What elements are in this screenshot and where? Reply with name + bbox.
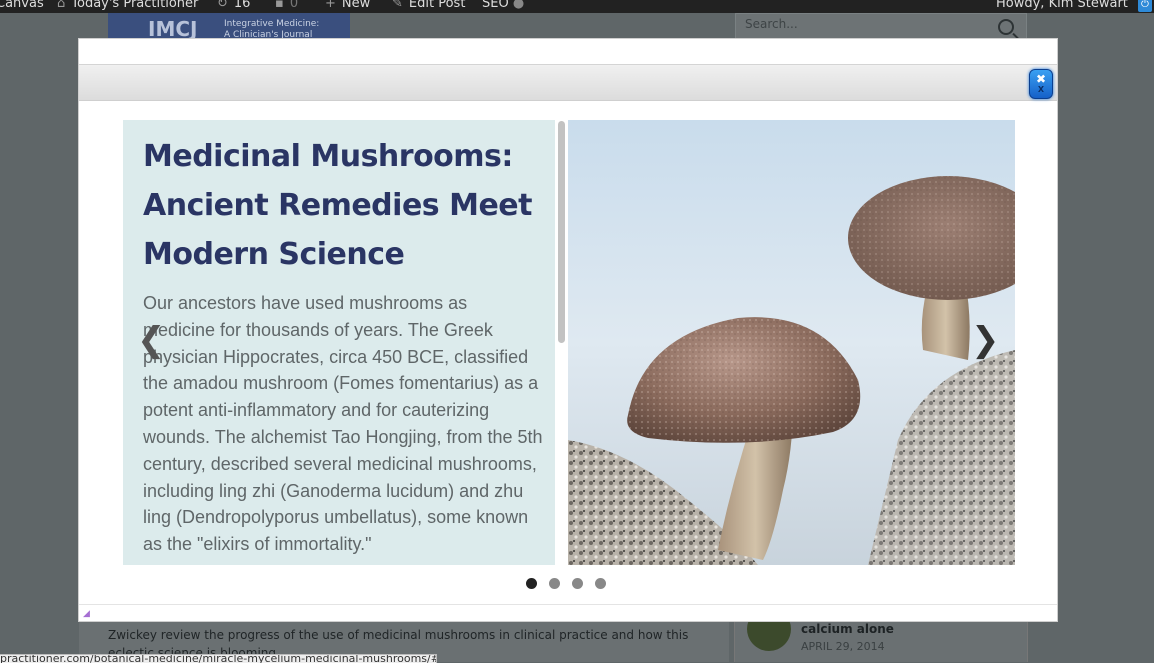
text-scrollbar[interactable] [557, 120, 566, 565]
admin-bar-comments[interactable]: ▪ 0 [275, 0, 298, 10]
pencil-icon: ✎ [392, 0, 403, 11]
close-button[interactable]: ✖ X [1029, 69, 1053, 99]
mushroom-photo [568, 120, 1015, 565]
next-slide-button[interactable]: ❯ [971, 323, 1000, 357]
sidebar-post-date: APRIL 29, 2014 [801, 640, 885, 653]
search-box[interactable]: Search... [735, 13, 1027, 41]
resize-handle-icon[interactable]: ◢ [83, 609, 90, 619]
pagination-dot-2[interactable] [549, 578, 560, 589]
site-logo: IMCJ Integrative Medicine: A Clinician's … [108, 13, 350, 39]
plus-icon: + [325, 0, 336, 11]
admin-bar-updates[interactable]: ↻ 16 [217, 0, 250, 10]
admin-bar: Canvas ⌂ Today's Practitioner ↻ 16 ▪ 0 + New… [0, 0, 1154, 13]
comment-icon: ▪ [275, 0, 284, 11]
seo-status-icon: ● [512, 0, 525, 11]
slide-image [568, 120, 1015, 565]
slide-text-panel[interactable]: Medicinal Mushrooms: Ancient Remedies Me… [123, 120, 555, 565]
power-icon[interactable]: ⏻ [1138, 0, 1152, 12]
slide-title: Medicinal Mushrooms: Ancient Remedies Me… [143, 139, 532, 272]
pagination-dot-1[interactable] [526, 578, 537, 589]
admin-bar-new[interactable]: + New [325, 0, 370, 10]
search-input[interactable]: Search... [745, 17, 798, 31]
pagination-dot-4[interactable] [595, 578, 606, 589]
search-icon[interactable] [998, 19, 1014, 35]
admin-bar-edit-post[interactable]: ✎ Edit Post [392, 0, 465, 10]
home-icon: ⌂ [57, 0, 66, 11]
admin-bar-site-menu[interactable]: Canvas [0, 0, 44, 10]
admin-bar-site-name[interactable]: ⌂ Today's Practitioner [57, 0, 198, 10]
logo-subtitle-1: Integrative Medicine: [224, 19, 320, 29]
scrollbar-thumb[interactable] [558, 121, 565, 343]
admin-bar-account[interactable]: Howdy, Kim Stewart [996, 0, 1128, 10]
previous-slide-button[interactable]: ❮ [137, 323, 166, 357]
modal-header [79, 64, 1057, 101]
close-icon: ✖ [1035, 72, 1047, 86]
modal-footer-divider [79, 604, 1057, 605]
refresh-icon: ↻ [217, 0, 228, 11]
slide-body: Our ancestors have used mushrooms as med… [143, 293, 543, 555]
admin-bar-seo[interactable]: SEO ● [482, 0, 524, 10]
pagination-dot-3[interactable] [572, 578, 583, 589]
sidebar-post-title[interactable]: calcium alone [801, 622, 894, 636]
lightbox-modal: ✖ X Medicinal Mushrooms: Ancient Remedie… [78, 38, 1058, 622]
